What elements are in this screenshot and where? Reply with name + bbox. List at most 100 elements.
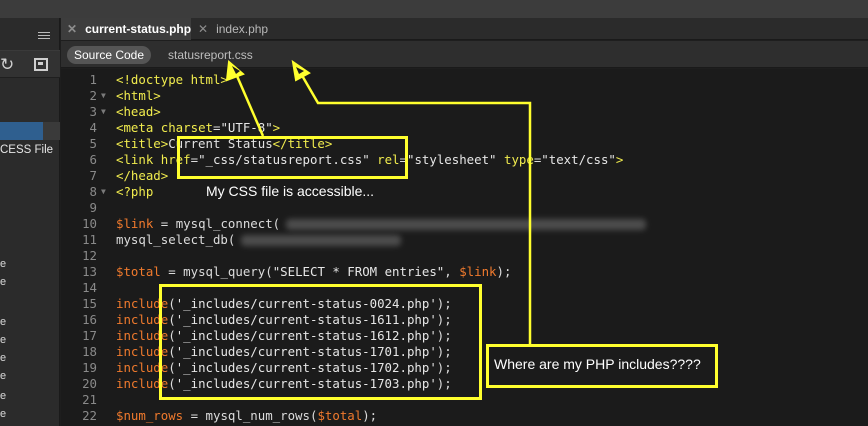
related-files-bar: Source Code statusreport.css: [61, 41, 868, 68]
code-token: );: [496, 264, 512, 279]
top-bar: [0, 0, 868, 18]
code-text: <html>: [116, 88, 161, 104]
line-number: 22: [82, 408, 97, 423]
document-tab-bar: ✕ current-status.php ✕ index.php: [61, 18, 868, 40]
code-line[interactable]: 4 <meta charset="UTF-8">: [61, 120, 868, 136]
line-number: 10: [82, 216, 97, 231]
code-line[interactable]: 8 ▼ <?php: [61, 184, 868, 200]
panel-toolbar: ↻: [0, 50, 60, 78]
tab-label: index.php: [216, 22, 269, 36]
code-token: $link: [459, 264, 497, 279]
css-note: My CSS file is accessible...: [206, 183, 375, 199]
code-line[interactable]: 2 ▼ <html>: [61, 88, 868, 104]
code-line[interactable]: 12: [61, 248, 868, 264]
code-line[interactable]: 9: [61, 200, 868, 216]
file-row-partial[interactable]: e: [0, 316, 6, 328]
code-text: <head>: [116, 104, 161, 120]
file-row-partial[interactable]: e: [0, 334, 6, 346]
line-number: 1: [89, 72, 97, 87]
code-line[interactable]: 13 $total = mysql_query("SELECT * FROM en…: [61, 264, 868, 280]
file-row-partial[interactable]: e: [0, 408, 6, 420]
selected-file-row[interactable]: [0, 122, 43, 140]
code-text: $num_rows = mysql_num_rows($total);: [116, 408, 377, 424]
code-token: <!doctype html>: [116, 72, 228, 87]
line-number: 15: [82, 296, 97, 311]
code-token: <meta: [116, 120, 161, 135]
code-token: "SELECT * FROM entries": [272, 264, 445, 279]
line-number: 6: [89, 152, 97, 167]
code-token: mysql_num_rows(: [205, 408, 318, 423]
code-line[interactable]: 1 <!doctype html>: [61, 72, 868, 88]
code-token: "UTF-8": [220, 120, 273, 135]
redacted-credentials: [286, 219, 647, 230]
line-number: 14: [82, 280, 97, 295]
panel-layout-icon[interactable]: [34, 58, 48, 71]
line-number: 13: [82, 264, 97, 279]
line-number: 8: [89, 184, 97, 199]
file-row-partial[interactable]: e: [0, 352, 6, 364]
fold-arrow-icon[interactable]: ▼: [101, 88, 106, 104]
line-number: 19: [82, 360, 97, 375]
code-token: $total: [317, 408, 363, 423]
code-token: <head>: [116, 104, 161, 119]
code-token: );: [362, 408, 378, 423]
refresh-icon[interactable]: ↻: [0, 55, 14, 75]
code-token: "text/css": [541, 152, 616, 167]
tab-current-status[interactable]: ✕ current-status.php: [61, 18, 191, 40]
line-number: 4: [89, 120, 97, 135]
file-row-partial[interactable]: e: [0, 276, 6, 288]
file-label[interactable]: CESS File: [0, 144, 53, 156]
code-token: <title>: [116, 136, 169, 151]
source-code-button[interactable]: Source Code: [67, 46, 151, 64]
css-highlight-box: [177, 136, 408, 179]
code-text: </head>: [116, 168, 168, 184]
line-number: 17: [82, 328, 97, 343]
line-number: 5: [89, 136, 97, 151]
file-row-partial[interactable]: e: [0, 390, 6, 402]
close-icon[interactable]: ✕: [67, 22, 77, 36]
code-token: =: [160, 264, 184, 279]
code-line[interactable]: 11 mysql_select_db(: [61, 232, 868, 248]
code-token: </head>: [116, 168, 169, 183]
close-icon[interactable]: ✕: [198, 22, 208, 36]
line-number: 3: [89, 104, 97, 119]
files-panel: ↻ CESS File eeeeeeee: [0, 18, 60, 426]
code-token: ,: [444, 264, 460, 279]
code-token: charset: [160, 120, 213, 135]
code-token: $link: [116, 216, 154, 231]
line-number: 2: [89, 88, 97, 103]
file-row-partial[interactable]: e: [0, 258, 6, 270]
code-token: <html>: [116, 88, 161, 103]
code-token: $num_rows: [116, 408, 184, 423]
code-text: $link = mysql_connect(: [116, 216, 647, 232]
code-line[interactable]: 10 $link = mysql_connect(: [61, 216, 868, 232]
line-number: 9: [89, 200, 97, 215]
line-number: 12: [82, 248, 97, 263]
file-row-partial[interactable]: e: [0, 370, 6, 382]
tab-label: current-status.php: [85, 22, 192, 36]
code-token: mysql_connect(: [175, 216, 281, 231]
fold-arrow-icon[interactable]: ▼: [101, 104, 106, 120]
code-line[interactable]: 22 $num_rows = mysql_num_rows($total);: [61, 408, 868, 424]
code-token: =: [183, 408, 206, 423]
related-file-statusreport[interactable]: statusreport.css: [168, 46, 253, 64]
line-number: 11: [82, 232, 97, 247]
code-token: >: [272, 120, 281, 135]
line-number: 18: [82, 344, 97, 359]
code-token: mysql_select_db(: [116, 232, 236, 247]
code-text: <?php: [116, 184, 153, 200]
code-text: mysql_select_db(: [116, 232, 402, 248]
fold-arrow-icon[interactable]: ▼: [101, 184, 106, 200]
code-token: =: [153, 216, 176, 231]
code-token: $total: [116, 264, 161, 279]
tab-index[interactable]: ✕ index.php: [191, 18, 268, 40]
code-line[interactable]: 3 ▼ <head>: [61, 104, 868, 120]
panel-menu-icon[interactable]: [38, 32, 50, 40]
line-number: 16: [82, 312, 97, 327]
php-note: Where are my PHP includes????: [494, 356, 701, 372]
code-token: "stylesheet": [406, 152, 497, 167]
code-token: type: [503, 152, 534, 167]
line-number: 20: [82, 376, 97, 391]
line-number: 21: [82, 392, 97, 407]
